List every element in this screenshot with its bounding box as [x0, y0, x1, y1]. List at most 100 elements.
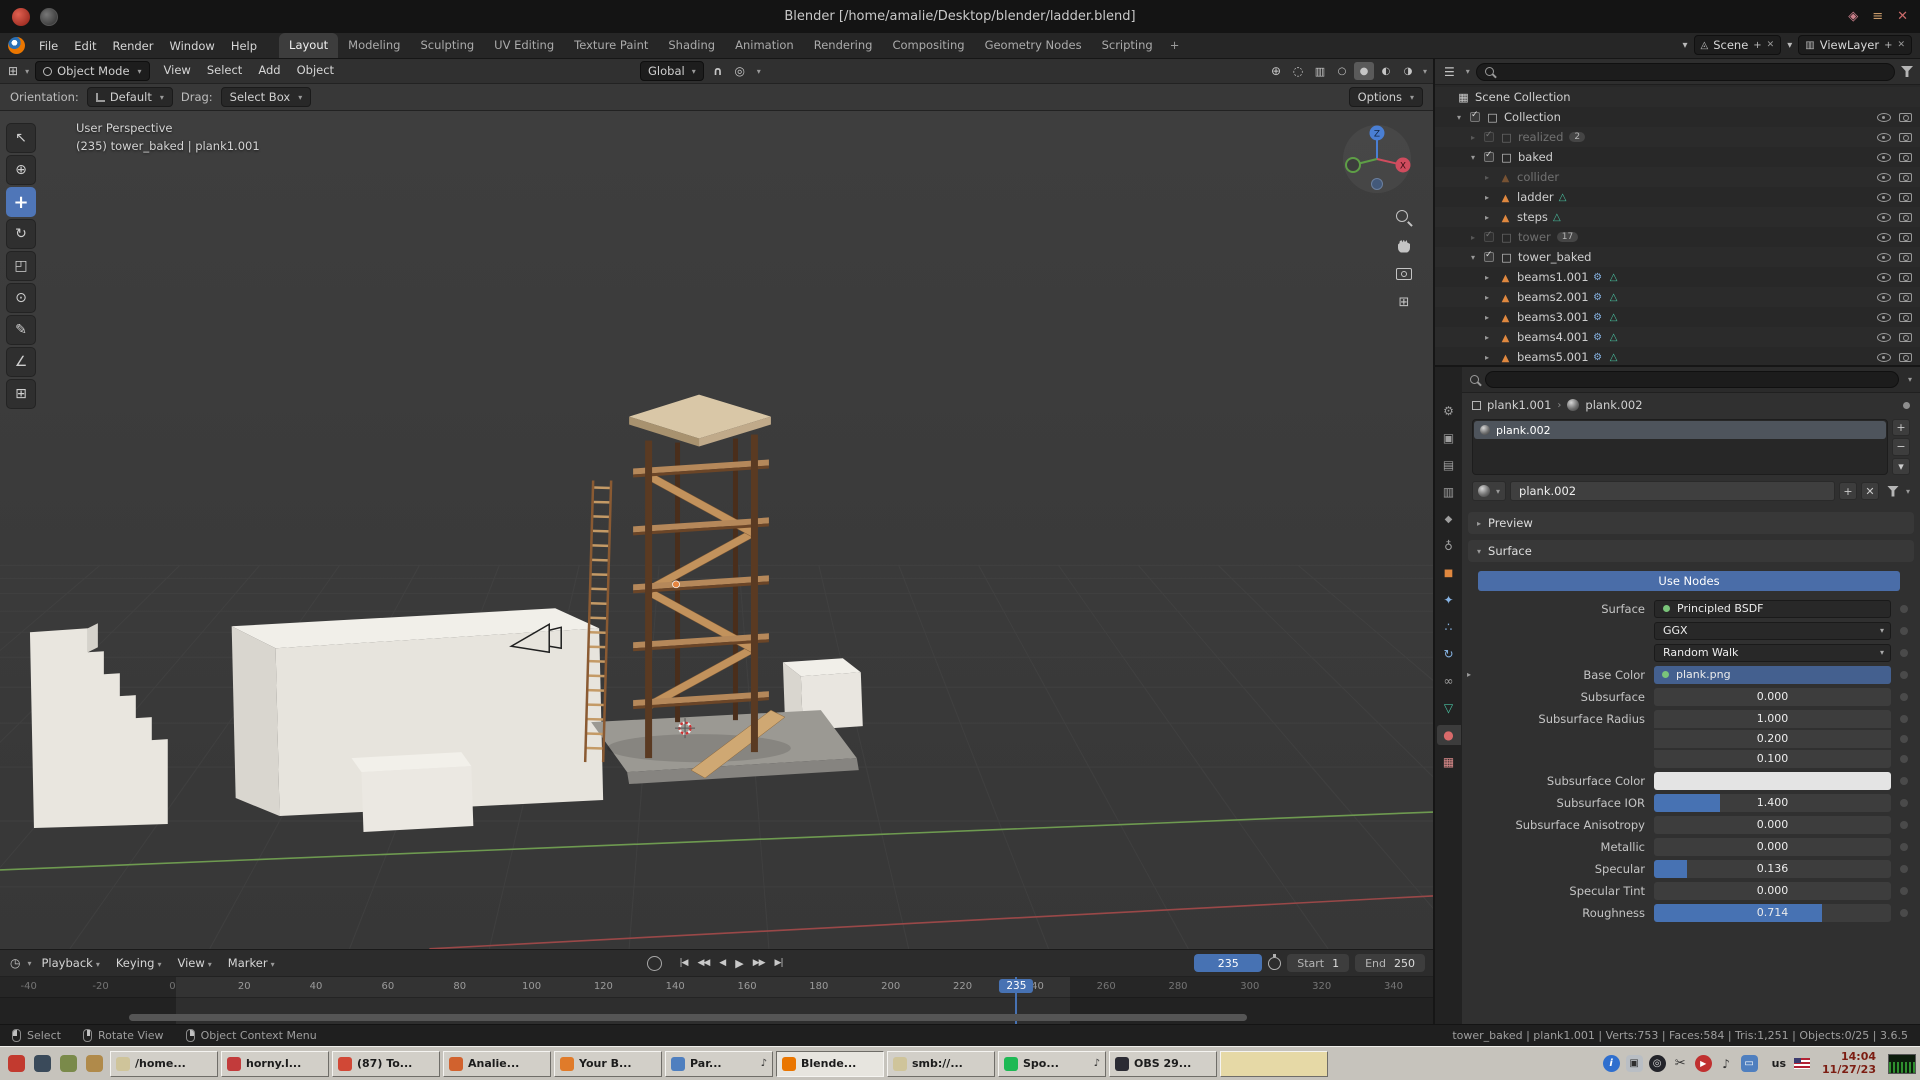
outliner-row[interactable]: ▸ beams4.001: [1435, 327, 1920, 347]
tray-icon[interactable]: [1718, 1055, 1735, 1072]
collection-checkbox[interactable]: [1484, 132, 1494, 142]
expand-toggle[interactable]: ▾: [1471, 253, 1484, 262]
property-field[interactable]: 0.200 ▾: [1654, 730, 1891, 748]
property-field[interactable]: 0.714 ▾: [1654, 904, 1891, 922]
editor-type-icon[interactable]: ⊞: [6, 64, 20, 78]
disable-render-toggle[interactable]: [1899, 133, 1912, 142]
properties-tab[interactable]: [1437, 509, 1461, 529]
tool-button[interactable]: [6, 155, 36, 185]
animate-dot[interactable]: [1900, 887, 1908, 895]
animate-dot[interactable]: [1900, 777, 1908, 785]
collection-checkbox[interactable]: [1484, 152, 1494, 162]
property-field[interactable]: 0.136 ▾: [1654, 860, 1891, 878]
property-field[interactable]: ▾: [1654, 772, 1891, 790]
workspace-tab[interactable]: Texture Paint: [564, 33, 658, 58]
outliner-row[interactable]: ▸ steps: [1435, 207, 1920, 227]
orientation-dropdown[interactable]: Default ▾: [87, 87, 173, 107]
properties-tab[interactable]: [1437, 428, 1461, 448]
unlink-scene-icon[interactable]: ✕: [1767, 40, 1775, 50]
launcher-icon[interactable]: [82, 1052, 106, 1076]
frame-start-field[interactable]: Start1: [1287, 954, 1349, 972]
workspace-tab[interactable]: Compositing: [882, 33, 974, 58]
expand-toggle[interactable]: ▸: [1485, 213, 1498, 222]
disable-render-toggle[interactable]: [1899, 113, 1912, 122]
hide-viewport-toggle[interactable]: [1877, 193, 1891, 202]
workspace-tab[interactable]: Sculpting: [410, 33, 484, 58]
workspace-tab[interactable]: Modeling: [338, 33, 410, 58]
disable-render-toggle[interactable]: [1899, 293, 1912, 302]
header-toggle-icon[interactable]: [1376, 62, 1396, 80]
hide-viewport-toggle[interactable]: [1877, 353, 1891, 362]
disable-render-toggle[interactable]: [1899, 333, 1912, 342]
viewport-nav-icon[interactable]: [1393, 263, 1415, 285]
frame-end-field[interactable]: End250: [1355, 954, 1425, 972]
tool-button[interactable]: [6, 123, 36, 153]
collection-checkbox[interactable]: [1484, 232, 1494, 242]
property-field[interactable]: Principled BSDF ▾: [1654, 600, 1891, 618]
remove-view-layer-icon[interactable]: ✕: [1897, 40, 1905, 50]
new-scene-icon[interactable]: +: [1753, 40, 1761, 51]
3d-viewport[interactable]: User Perspective (235) tower_baked | pla…: [0, 111, 1433, 949]
tray-icon[interactable]: [1649, 1055, 1666, 1072]
taskbar-window-button[interactable]: smb://...: [887, 1051, 995, 1077]
shading-caret-icon[interactable]: ▾: [1423, 67, 1427, 76]
workspace-tab[interactable]: UV Editing: [484, 33, 564, 58]
properties-tab[interactable]: [1437, 725, 1461, 745]
taskbar-clock[interactable]: 14:04 11/27/23: [1814, 1051, 1884, 1076]
tool-button[interactable]: [6, 283, 36, 313]
properties-tab[interactable]: [1437, 563, 1461, 583]
transport-button[interactable]: [749, 956, 769, 970]
hide-viewport-toggle[interactable]: [1877, 113, 1891, 122]
workspace-tab[interactable]: Animation: [725, 33, 804, 58]
viewport-nav-icon[interactable]: [1393, 207, 1415, 229]
transport-button[interactable]: [715, 956, 729, 970]
transport-button[interactable]: [771, 956, 787, 970]
expand-toggle[interactable]: ▸: [1471, 133, 1484, 142]
expand-toggle[interactable]: ▸: [1485, 353, 1498, 362]
outliner-row[interactable]: ▸ beams2.001: [1435, 287, 1920, 307]
hide-viewport-toggle[interactable]: [1877, 213, 1891, 222]
property-field[interactable]: 0.000 ▾: [1654, 838, 1891, 856]
properties-tab[interactable]: [1437, 401, 1461, 421]
navigation-gizmo[interactable]: Z X: [1331, 117, 1423, 212]
preview-panel-header[interactable]: ▸ Preview: [1468, 512, 1914, 534]
editor-type-icon[interactable]: ☰: [1442, 65, 1457, 79]
taskbar-window-button[interactable]: Spo...: [998, 1051, 1106, 1077]
workspace-tab[interactable]: Geometry Nodes: [975, 33, 1092, 58]
hide-viewport-toggle[interactable]: [1877, 233, 1891, 242]
new-material-button[interactable]: +: [1839, 482, 1857, 500]
transport-button[interactable]: [693, 956, 713, 970]
drag-dropdown[interactable]: Select Box ▾: [221, 87, 312, 107]
taskbar-window-button[interactable]: (87) To...: [332, 1051, 440, 1077]
animate-dot[interactable]: [1900, 605, 1908, 613]
tray-icon[interactable]: [1603, 1055, 1620, 1072]
properties-tab[interactable]: [1437, 698, 1461, 718]
property-field[interactable]: 1.400 ▾: [1654, 794, 1891, 812]
hide-viewport-toggle[interactable]: [1877, 153, 1891, 162]
use-nodes-button[interactable]: Use Nodes: [1478, 571, 1900, 591]
disable-render-toggle[interactable]: [1899, 193, 1912, 202]
tool-button[interactable]: [6, 251, 36, 281]
menu-item[interactable]: Edit: [66, 36, 104, 56]
animate-dot[interactable]: [1900, 715, 1908, 723]
material-name-field[interactable]: plank.002: [1510, 481, 1835, 501]
collection-checkbox[interactable]: [1484, 252, 1494, 262]
disable-render-toggle[interactable]: [1899, 273, 1912, 282]
disable-render-toggle[interactable]: [1899, 233, 1912, 242]
menu-item[interactable]: Keying▾: [108, 953, 170, 973]
properties-tab[interactable]: [1437, 671, 1461, 691]
property-field[interactable]: GGX ▾: [1654, 622, 1891, 640]
taskbar-window-button[interactable]: Blende...: [776, 1051, 884, 1077]
tray-icon[interactable]: [1672, 1055, 1689, 1072]
tool-button[interactable]: [6, 347, 36, 377]
menu-item[interactable]: Marker▾: [220, 953, 283, 973]
menu-item[interactable]: View: [156, 60, 199, 80]
timeline-ruler[interactable]: -40-200204060801001201401601802002202402…: [0, 977, 1433, 998]
outliner-row[interactable]: ▾ baked: [1435, 147, 1920, 167]
expand-toggle[interactable]: ▸: [1485, 193, 1498, 202]
filter-icon[interactable]: [1901, 66, 1913, 77]
timeline-canvas[interactable]: -40-200204060801001201401601802002202402…: [0, 977, 1433, 1024]
menu-item[interactable]: File: [31, 36, 66, 56]
specials-caret-icon[interactable]: ▾: [1906, 487, 1910, 496]
workspace-tab[interactable]: Shading: [658, 33, 725, 58]
